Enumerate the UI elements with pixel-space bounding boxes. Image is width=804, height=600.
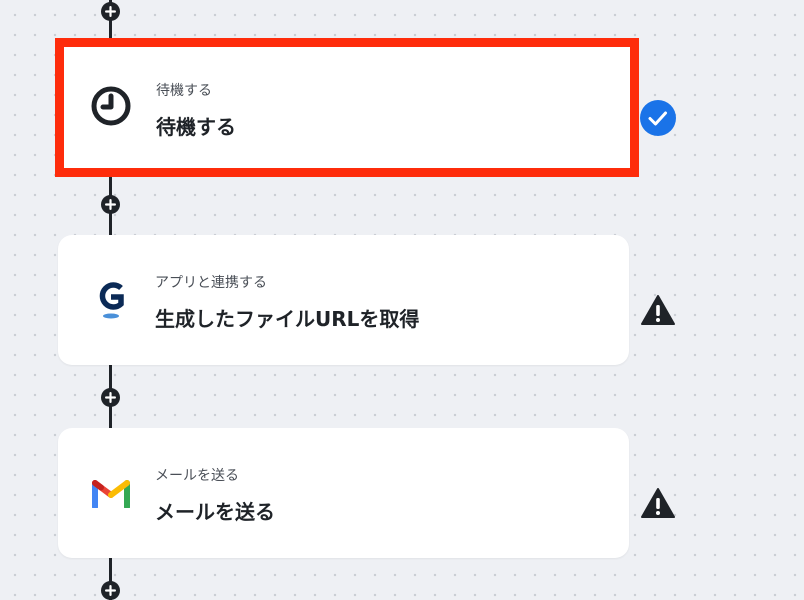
step-category: アプリと連携する [155,275,267,291]
plus-icon [105,6,116,17]
warning-triangle-icon [641,295,675,325]
plus-icon [105,199,116,210]
plus-icon [105,585,116,596]
step-title: 生成したファイルURLを取得 [155,307,420,331]
add-step-button[interactable] [101,388,120,407]
status-warning [639,291,677,329]
gmail-icon [89,471,133,515]
step-title: メールを送る [155,500,275,524]
add-step-button[interactable] [101,2,120,21]
step-card-wait[interactable]: 待機する 待機する [55,38,639,177]
step-category: メールを送る [155,468,239,484]
status-warning [639,484,677,522]
plus-icon [105,392,116,403]
check-circle-icon [640,100,676,136]
status-success [639,99,677,137]
step-category: 待機する [156,83,212,99]
add-step-button[interactable] [101,195,120,214]
warning-triangle-icon [641,488,675,518]
g-app-logo-icon [89,278,133,322]
clock-icon [89,84,133,128]
add-step-button[interactable] [101,581,120,600]
step-card-get-file-url[interactable]: アプリと連携する 生成したファイルURLを取得 [58,235,629,365]
step-card-send-mail[interactable]: メールを送る メールを送る [58,428,629,558]
step-title: 待機する [156,115,236,139]
